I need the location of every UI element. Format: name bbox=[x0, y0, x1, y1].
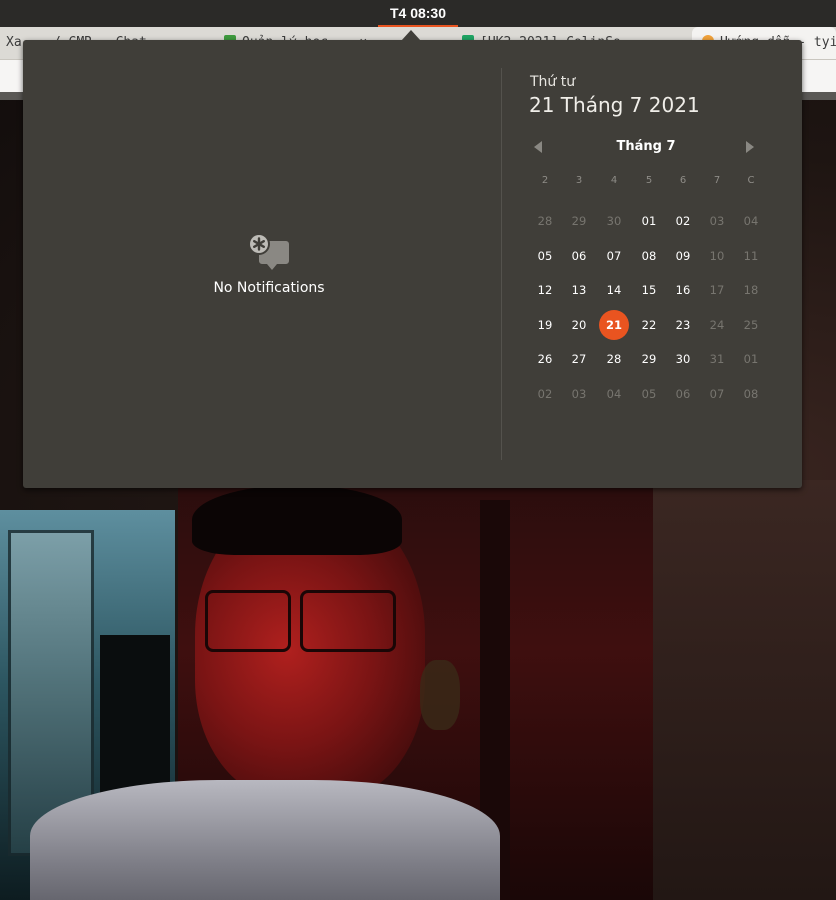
calendar-day[interactable]: 28 bbox=[599, 344, 629, 374]
calendar-day[interactable]: 08 bbox=[634, 241, 664, 271]
small-figure bbox=[420, 660, 460, 730]
calendar-day[interactable]: 09 bbox=[668, 241, 698, 271]
calendar-day[interactable]: 06 bbox=[668, 379, 698, 409]
calendar-day[interactable]: 24 bbox=[702, 310, 732, 340]
day-of-week-label: 3 bbox=[575, 175, 583, 186]
person-hair bbox=[192, 485, 402, 555]
calendar-day[interactable]: 30 bbox=[599, 206, 629, 236]
month-label: Tháng 7 bbox=[616, 139, 676, 154]
calendar-day[interactable]: 07 bbox=[702, 379, 732, 409]
day-of-week-label: 4 bbox=[610, 175, 618, 186]
calendar-day[interactable]: 06 bbox=[564, 241, 594, 271]
calendar-day[interactable]: 01 bbox=[736, 344, 766, 374]
no-notifications-icon bbox=[248, 233, 289, 270]
day-of-week-label: 6 bbox=[679, 175, 687, 186]
wall-panel bbox=[650, 480, 836, 900]
calendar-day[interactable]: 23 bbox=[668, 310, 698, 340]
calendar-day[interactable]: 15 bbox=[634, 275, 664, 305]
calendar-day[interactable]: 27 bbox=[564, 344, 594, 374]
month-header: Tháng 7 bbox=[529, 138, 763, 158]
popover-arrow bbox=[401, 30, 421, 41]
calendar-day[interactable]: 22 bbox=[634, 310, 664, 340]
calendar-day[interactable]: 12 bbox=[530, 275, 560, 305]
calendar-day[interactable]: 02 bbox=[530, 379, 560, 409]
datetime-popover: No Notifications Thứ tư 21 Tháng 7 20 21 … bbox=[23, 40, 802, 488]
calendar-day[interactable]: 20 bbox=[564, 310, 594, 340]
calendar-day[interactable]: 26 bbox=[530, 344, 560, 374]
calendar-day[interactable]: 29 bbox=[634, 344, 664, 374]
calendar-day-today[interactable]: 21 bbox=[599, 309, 629, 340]
calendar-day[interactable]: 31 bbox=[702, 344, 732, 374]
calendar-day[interactable]: 07 bbox=[599, 241, 629, 271]
calendar-day[interactable]: 17 bbox=[702, 275, 732, 305]
calendar-day[interactable]: 14 bbox=[599, 275, 629, 305]
day-of-week-label: 5 bbox=[645, 175, 653, 186]
no-notifications-label: No Notifications bbox=[213, 280, 325, 296]
no-notifications-placeholder: No Notifications bbox=[23, 232, 515, 296]
chevron-right-icon[interactable] bbox=[746, 141, 754, 153]
calendar-day[interactable]: 19 bbox=[530, 310, 560, 340]
calendar-day[interactable]: 04 bbox=[736, 206, 766, 236]
day-of-week-label: 2 bbox=[541, 175, 549, 186]
top-panel: T4 08:30 bbox=[0, 0, 836, 27]
person-shirt bbox=[30, 780, 500, 900]
calendar-day[interactable]: 03 bbox=[702, 206, 732, 236]
full-date-label[interactable]: 21 Tháng 7 2021 bbox=[529, 93, 700, 117]
glasses-right-lens bbox=[300, 590, 396, 652]
calendar-day[interactable]: 30 bbox=[668, 344, 698, 374]
calendar-day[interactable]: 16 bbox=[668, 275, 698, 305]
calendar-day[interactable]: 05 bbox=[634, 379, 664, 409]
calendar-day[interactable]: 13 bbox=[564, 275, 594, 305]
calendar-day[interactable]: 05 bbox=[530, 241, 560, 271]
calendar-day[interactable]: 08 bbox=[736, 379, 766, 409]
weekday-label[interactable]: Thứ tư bbox=[530, 74, 575, 90]
date-time-menu[interactable]: T4 08:30 bbox=[377, 0, 459, 27]
calendar-day[interactable]: 02 bbox=[668, 206, 698, 236]
calendar-day[interactable]: 11 bbox=[736, 241, 766, 271]
calendar-day[interactable]: 01 bbox=[634, 206, 664, 236]
glasses-left-lens bbox=[205, 590, 291, 652]
calendar-day[interactable]: 10 bbox=[702, 241, 732, 271]
day-of-week-label: C bbox=[747, 175, 755, 186]
notification-list: No Notifications bbox=[23, 40, 501, 488]
calendar-day[interactable]: 04 bbox=[599, 379, 629, 409]
calendar-day[interactable]: 29 bbox=[564, 206, 594, 236]
pane-divider bbox=[501, 68, 502, 460]
day-of-week-label: 7 bbox=[713, 175, 721, 186]
calendar-day[interactable]: 25 bbox=[736, 310, 766, 340]
calendar-day[interactable]: 03 bbox=[564, 379, 594, 409]
calendar-day[interactable]: 28 bbox=[530, 206, 560, 236]
calendar-day[interactable]: 18 bbox=[736, 275, 766, 305]
